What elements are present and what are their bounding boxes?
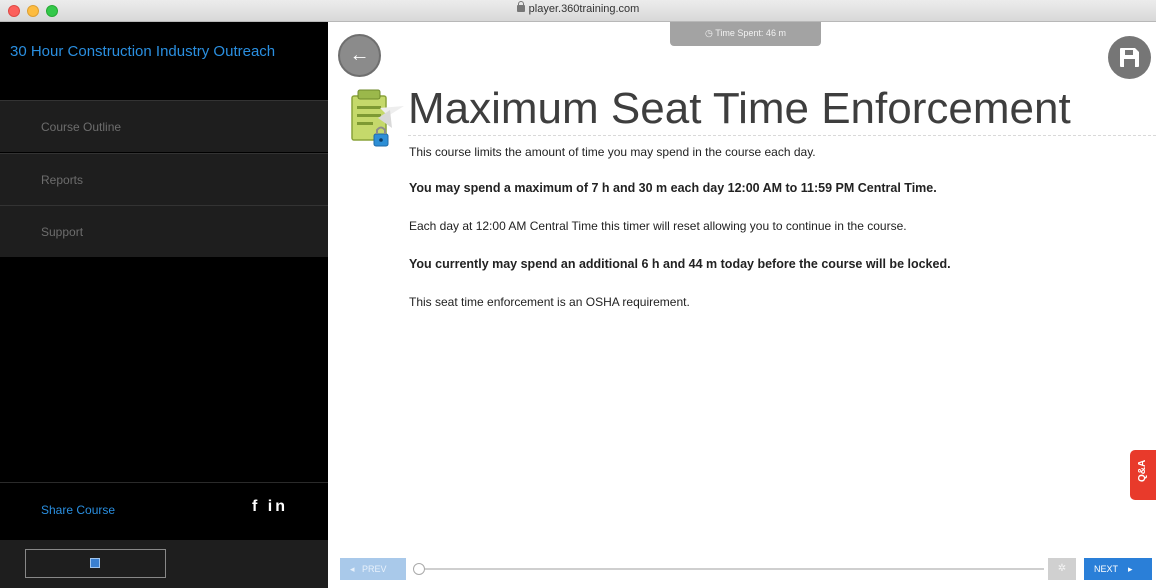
- course-title: 30 Hour Construction Industry Outreach: [10, 43, 276, 60]
- sidebar-item-reports[interactable]: Reports: [0, 153, 328, 205]
- progress-knob[interactable]: [413, 563, 425, 575]
- lock-icon: [516, 1, 525, 12]
- square-icon: [90, 558, 100, 568]
- paragraph-4: You currently may spend an additional 6 …: [409, 257, 951, 271]
- prev-button[interactable]: ◂ PREV: [340, 558, 406, 580]
- paragraph-5: This seat time enforcement is an OSHA re…: [409, 295, 690, 309]
- address-bar[interactable]: player.360training.com: [0, 1, 1156, 15]
- share-course-link[interactable]: Share Course: [41, 503, 115, 517]
- qa-label: Q&A: [1137, 459, 1148, 482]
- page-title: Maximum Seat Time Enforcement: [408, 84, 1156, 136]
- progress-track[interactable]: [414, 568, 1044, 570]
- prev-label: PREV: [362, 564, 387, 574]
- arrow-left-icon: ←: [349, 44, 370, 66]
- paragraph-1: This course limits the amount of time yo…: [409, 145, 816, 159]
- browser-titlebar: player.360training.com: [0, 0, 1156, 22]
- sidebar-item-course-outline[interactable]: Course Outline: [0, 100, 328, 152]
- back-button[interactable]: ←: [338, 34, 381, 77]
- sidebar-footer: [0, 540, 328, 588]
- time-spent-badge: ◷ Time Spent: 46 m: [670, 22, 821, 46]
- caret-left-icon: ◂: [350, 564, 355, 574]
- main-content: ◷ Time Spent: 46 m ← Maximum Seat Time E…: [328, 22, 1156, 588]
- save-button[interactable]: [1108, 36, 1151, 79]
- save-icon: [1120, 48, 1139, 67]
- social-icons[interactable]: f in: [252, 498, 288, 516]
- sidebar: 30 Hour Construction Industry Outreach C…: [0, 22, 328, 588]
- gear-icon: ✲: [1057, 563, 1067, 574]
- time-spent-text: Time Spent: 46 m: [715, 28, 786, 38]
- qa-tab[interactable]: Q&A: [1130, 450, 1156, 500]
- share-row: Share Course f in: [0, 482, 328, 534]
- lesson-icon: [351, 89, 404, 147]
- url-text: player.360training.com: [528, 3, 640, 15]
- paragraph-2: You may spend a maximum of 7 h and 30 m …: [409, 181, 937, 195]
- caret-right-icon: ▸: [1128, 564, 1133, 574]
- next-button[interactable]: NEXT ▸: [1084, 558, 1152, 580]
- sidebar-item-support[interactable]: Support: [0, 205, 328, 257]
- next-label: NEXT: [1094, 564, 1119, 574]
- paragraph-3: Each day at 12:00 AM Central Time this t…: [409, 219, 907, 233]
- footer-button[interactable]: [25, 549, 166, 578]
- clock-icon: ◷: [705, 28, 713, 38]
- settings-button[interactable]: ✲: [1048, 558, 1076, 580]
